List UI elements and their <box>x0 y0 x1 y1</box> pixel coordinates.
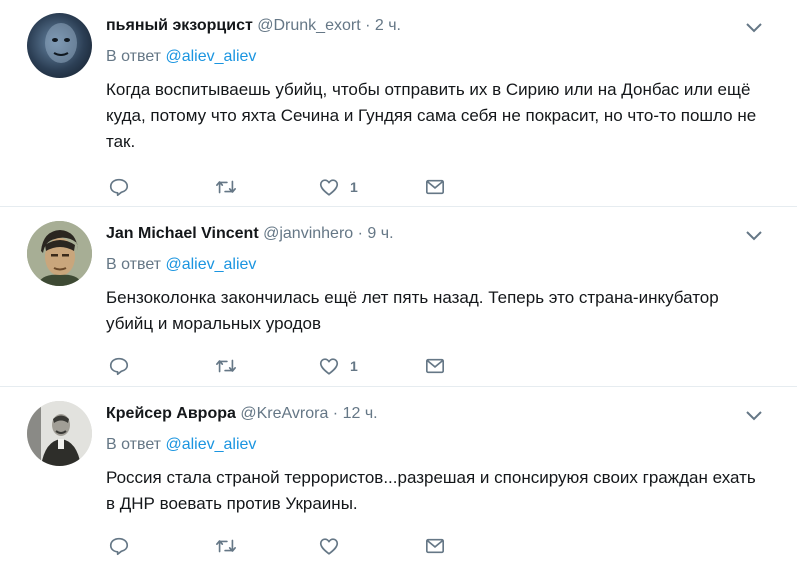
author-name[interactable]: пьяный экзорцист <box>106 17 253 34</box>
like-button[interactable]: 1 <box>318 175 358 199</box>
reply-to-link[interactable]: @aliev_aliev <box>165 48 256 65</box>
message-icon <box>426 179 444 195</box>
chevron-down-icon[interactable] <box>744 408 764 424</box>
avatar-image <box>27 401 92 466</box>
reply-prefix: В ответ <box>106 256 162 273</box>
reply-prefix: В ответ <box>106 48 162 65</box>
avatar[interactable] <box>27 13 92 78</box>
author-name[interactable]: Jan Michael Vincent <box>106 225 259 242</box>
tweet-text: Бензоколонка закончилась ещё лет пять на… <box>106 288 719 333</box>
tweet-time[interactable]: 12 ч. <box>343 405 378 422</box>
tweet-header: Jan Michael Vincent @janvinhero · 9 ч. <box>106 225 394 243</box>
retweet-icon <box>216 180 236 194</box>
author-handle[interactable]: @Drunk_exort <box>257 17 360 34</box>
reply-icon <box>109 178 129 197</box>
author-handle[interactable]: @KreAvrora <box>240 405 328 422</box>
avatar[interactable] <box>27 401 92 466</box>
avatar-image <box>45 23 77 63</box>
retweet-button[interactable] <box>214 354 238 378</box>
like-count: 1 <box>350 179 358 195</box>
like-icon <box>319 179 339 196</box>
separator-dot: · <box>357 225 363 242</box>
reply-icon <box>109 357 129 376</box>
reply-prefix: В ответ <box>106 436 162 453</box>
reply-context: В ответ @aliev_aliev <box>106 48 256 66</box>
tweet-text: Когда воспитываешь убийц, чтобы отправит… <box>106 80 757 151</box>
tweet-header: Крейсер Аврора @KreAvrora · 12 ч. <box>106 405 378 423</box>
message-button[interactable] <box>424 534 446 558</box>
reply-icon <box>109 537 129 556</box>
author-name[interactable]: Крейсер Аврора <box>106 405 236 422</box>
tweet-header: пьяный экзорцист @Drunk_exort · 2 ч. <box>106 17 401 35</box>
message-button[interactable] <box>424 354 446 378</box>
avatar-image <box>27 221 92 286</box>
tweet-time[interactable]: 9 ч. <box>367 225 393 242</box>
separator-dot: · <box>332 405 339 422</box>
tweet-actions: 1 <box>106 354 526 378</box>
tweet-actions <box>106 534 526 558</box>
tweet-2[interactable]: Jan Michael Vincent @janvinhero · 9 ч. В… <box>0 208 797 387</box>
reply-button[interactable] <box>108 534 130 558</box>
like-button[interactable] <box>318 534 340 558</box>
avatar[interactable] <box>27 221 92 286</box>
retweet-icon <box>216 359 236 373</box>
tweet-3[interactable]: Крейсер Аврора @KreAvrora · 12 ч. В отве… <box>0 388 797 567</box>
tweet-actions: 1 <box>106 175 526 199</box>
chevron-down-icon[interactable] <box>744 20 764 36</box>
tweet-1[interactable]: пьяный экзорцист @Drunk_exort · 2 ч. В о… <box>0 0 797 207</box>
like-count: 1 <box>350 358 358 374</box>
tweet-time[interactable]: 2 ч. <box>375 17 401 34</box>
message-button[interactable] <box>424 175 446 199</box>
separator-dot: · <box>365 17 371 34</box>
retweet-button[interactable] <box>214 175 238 199</box>
retweet-icon <box>216 539 236 553</box>
author-handle[interactable]: @janvinhero <box>263 225 353 242</box>
reply-to-link[interactable]: @aliev_aliev <box>165 256 256 273</box>
message-icon <box>426 538 444 554</box>
like-button[interactable]: 1 <box>318 354 358 378</box>
tweet-text: Россия стала страной террористов...разре… <box>106 468 756 513</box>
like-icon <box>319 358 339 375</box>
reply-button[interactable] <box>108 354 130 378</box>
message-icon <box>426 358 444 374</box>
reply-context: В ответ @aliev_aliev <box>106 256 256 274</box>
retweet-button[interactable] <box>214 534 238 558</box>
reply-context: В ответ @aliev_aliev <box>106 436 256 454</box>
reply-to-link[interactable]: @aliev_aliev <box>165 436 256 453</box>
reply-button[interactable] <box>108 175 130 199</box>
chevron-down-icon[interactable] <box>744 228 764 244</box>
like-icon <box>319 538 339 555</box>
